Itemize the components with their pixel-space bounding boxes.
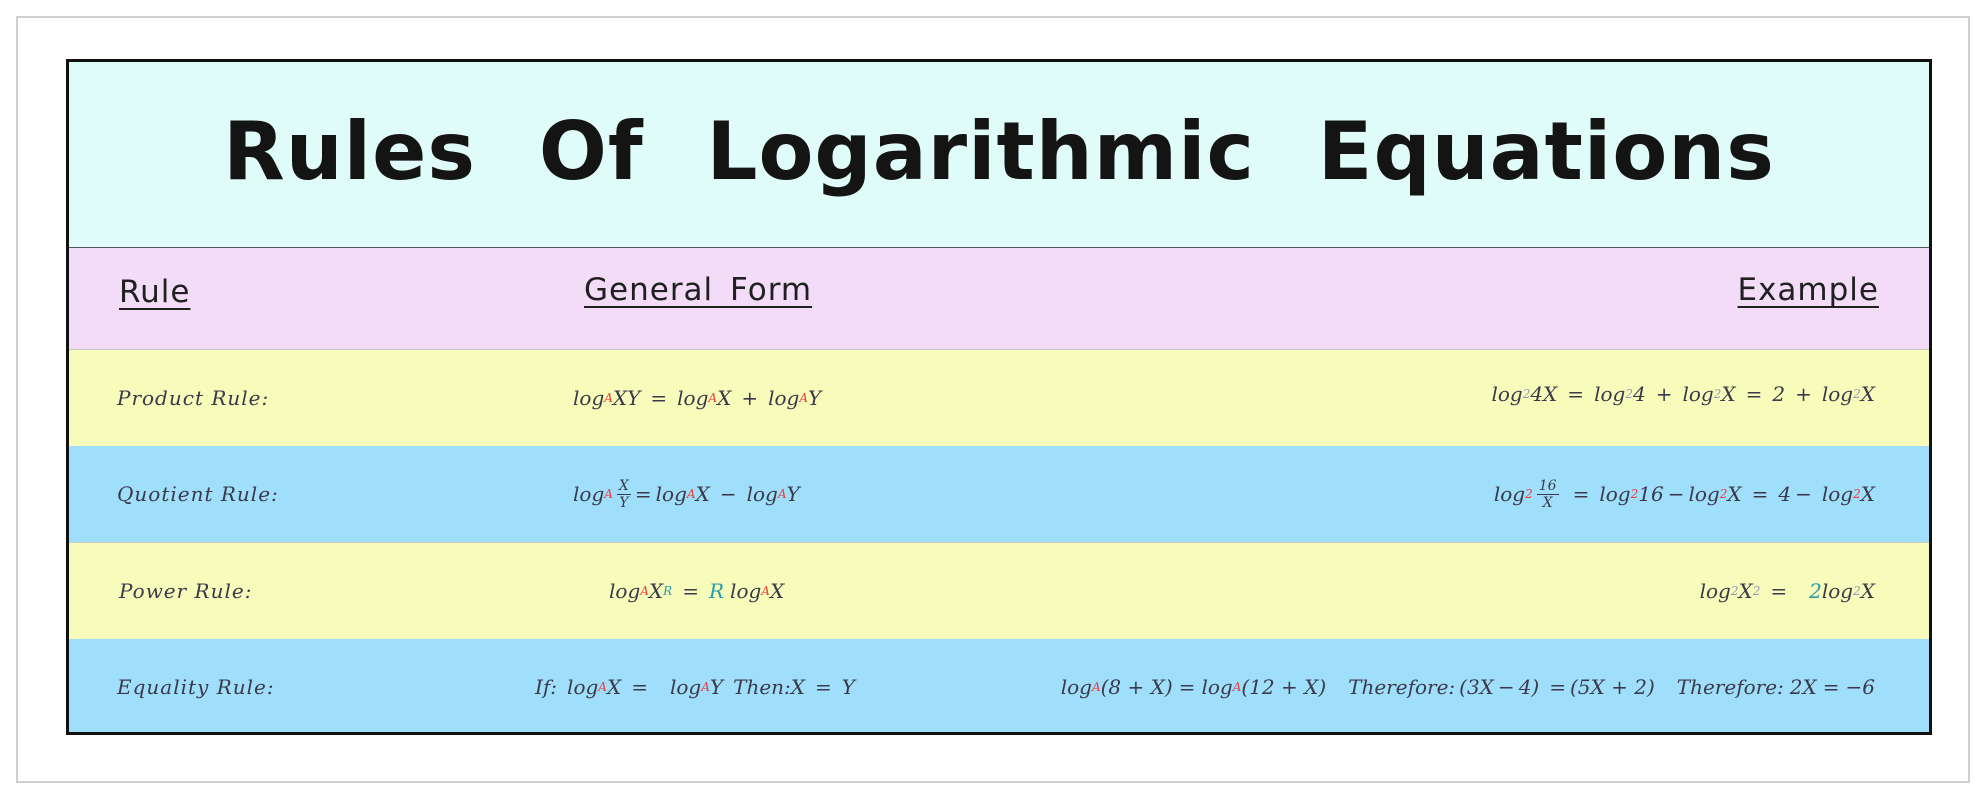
general-form-power: log A X R = Rlog A X (609, 579, 785, 603)
example-product: log 2 4X = log 2 4 + log 2 X = 2 + log 2 X (1491, 382, 1875, 406)
table-row-quotient: Quotient Rule: log A X Y = log A X − log A Y log 2 16… (69, 446, 1929, 543)
table-row-product: Product Rule: log A XY = log A X + log A Y log 2 4X =… (69, 350, 1929, 446)
table-row-power: Power Rule: log A X R = Rlog A X log 2 X 2 = 2 log 2 X (69, 543, 1929, 639)
page-title: Rules Of Logarithmic Equations (223, 105, 1775, 198)
rule-name: Power Rule: (119, 579, 253, 603)
example-quotient: log 2 16 X = log 2 16− log 2 X = 4− log 2 X (1493, 477, 1875, 511)
rules-table: Rules Of Logarithmic Equations Rule Gene… (66, 59, 1932, 735)
table-row-equality: Equality Rule: If: log A X = log A Y Then:X = Y lo… (69, 639, 1929, 732)
general-form-product: log A XY = log A X + log A Y (573, 386, 822, 410)
rule-name: Equality Rule: (117, 675, 275, 699)
rule-name: Product Rule: (117, 386, 270, 410)
example-power: log 2 X 2 = 2 log 2 X (1699, 579, 1875, 603)
title-banner: Rules Of Logarithmic Equations (69, 62, 1929, 248)
header-rule: Rule (119, 274, 191, 310)
example-equality: log A (8 + X) = log A (12 + X) Therefore: (3X −4)… (1060, 675, 1875, 699)
general-form-quotient: log A X Y = log A X − log A Y (573, 477, 800, 511)
rule-name: Quotient Rule: (117, 482, 279, 506)
table-header: Rule General Form Example (69, 248, 1929, 350)
header-example: Example (1737, 272, 1879, 308)
header-general-form: General Form (584, 272, 813, 308)
general-form-equality: If: log A X = log A Y Then:X = Y (535, 675, 855, 699)
